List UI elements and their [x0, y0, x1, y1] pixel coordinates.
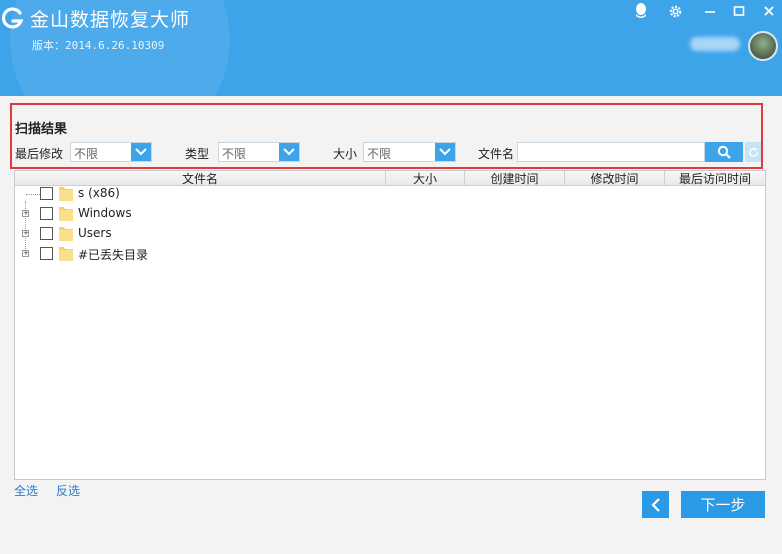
type-select[interactable]: 不限 — [218, 142, 300, 162]
filename-search-input[interactable] — [517, 142, 705, 162]
row-checkbox[interactable] — [40, 187, 53, 200]
expand-icon[interactable]: + — [22, 250, 29, 257]
row-filename: Users — [78, 226, 112, 240]
invert-select-link[interactable]: 反选 — [56, 482, 80, 499]
table-row[interactable]: + #已丢失目录 — [15, 244, 765, 264]
version-text: 版本：2014.6.26.10309 — [32, 39, 165, 52]
section-title: 扫描结果 — [15, 122, 68, 137]
chevron-down-icon[interactable] — [279, 143, 299, 161]
app-logo-icon — [1, 7, 24, 29]
type-label: 类型 — [185, 147, 210, 161]
app-title: 金山数据恢复大师 — [30, 9, 191, 31]
column-header-created[interactable]: 创建时间 — [465, 170, 564, 186]
column-header-modified[interactable]: 修改时间 — [565, 170, 664, 186]
avatar[interactable] — [748, 31, 778, 61]
filename-label: 文件名 — [478, 147, 515, 161]
expand-icon[interactable]: + — [22, 210, 29, 217]
title-bar: 金山数据恢复大师 版本：2014.6.26.10309 — [0, 0, 782, 96]
row-checkbox[interactable] — [40, 227, 53, 240]
table-row[interactable]: + Users — [15, 224, 765, 244]
folder-icon — [59, 227, 73, 241]
row-filename: Windows — [78, 206, 132, 220]
refresh-icon — [748, 147, 758, 157]
minimize-icon[interactable] — [701, 2, 719, 20]
chevron-down-icon[interactable] — [131, 143, 151, 161]
search-button[interactable] — [705, 142, 743, 162]
select-all-link[interactable]: 全选 — [14, 482, 38, 499]
size-select[interactable]: 不限 — [363, 142, 456, 162]
user-name — [690, 37, 740, 51]
expand-icon[interactable]: + — [22, 230, 29, 237]
settings-gear-icon[interactable] — [666, 2, 684, 20]
type-select-value: 不限 — [222, 147, 247, 161]
column-header-filename[interactable]: 文件名 — [15, 170, 385, 186]
modified-select[interactable]: 不限 — [70, 142, 152, 162]
close-icon[interactable] — [760, 2, 778, 20]
back-button[interactable] — [642, 491, 669, 518]
row-filename: #已丢失目录 — [78, 248, 149, 262]
table-row[interactable]: s (x86) — [15, 184, 765, 204]
size-label: 大小 — [333, 147, 358, 161]
folder-icon — [59, 247, 73, 261]
file-table: 文件名 大小 创建时间 修改时间 最后访问时间 s (x86) + Window… — [14, 170, 766, 480]
size-select-value: 不限 — [367, 147, 392, 161]
modified-select-value: 不限 — [74, 147, 99, 161]
maximize-icon[interactable] — [730, 2, 748, 20]
row-checkbox[interactable] — [40, 247, 53, 260]
column-header-size[interactable]: 大小 — [386, 170, 464, 186]
table-row[interactable]: + Windows — [15, 204, 765, 224]
qq-icon[interactable] — [632, 2, 650, 20]
chevron-down-icon[interactable] — [435, 143, 455, 161]
chevron-left-icon — [650, 497, 660, 512]
modified-label: 最后修改 — [15, 147, 64, 161]
search-icon — [717, 145, 731, 159]
next-step-button[interactable]: 下一步 — [681, 491, 765, 518]
column-header-last-accessed[interactable]: 最后访问时间 — [665, 170, 765, 186]
refresh-button[interactable] — [745, 142, 761, 162]
folder-icon — [59, 187, 73, 201]
row-checkbox[interactable] — [40, 207, 53, 220]
row-filename: s (x86) — [78, 186, 120, 200]
folder-icon — [59, 207, 73, 221]
